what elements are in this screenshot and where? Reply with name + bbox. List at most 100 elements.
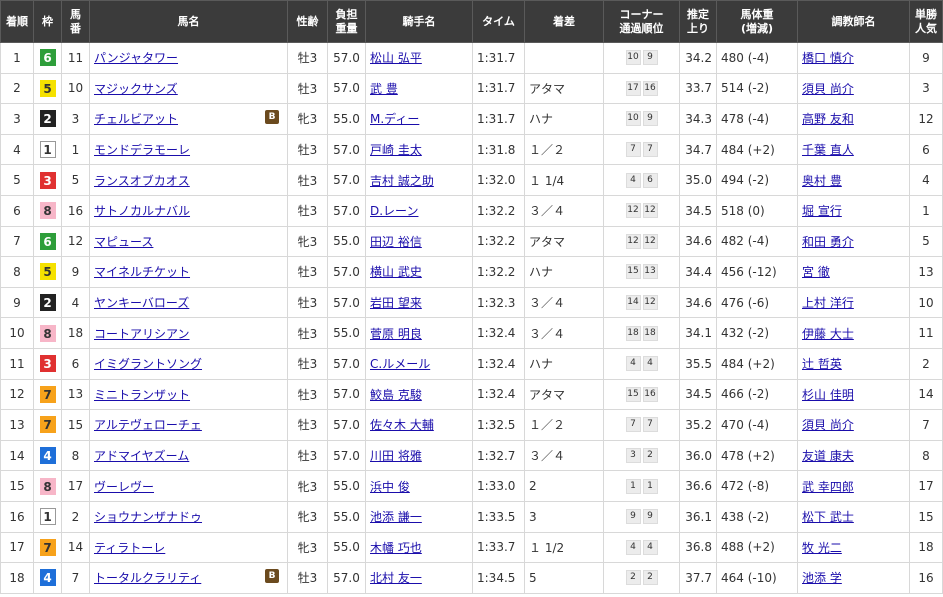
trainer-name-link[interactable]: 奥村 豊 xyxy=(802,174,842,188)
blinker-badge: B xyxy=(265,110,279,125)
jockey-name-link[interactable]: 武 豊 xyxy=(370,82,398,96)
horse-name-link[interactable]: アドマイヤズーム xyxy=(94,449,189,463)
sex-age-cell: 牡3 xyxy=(287,347,328,380)
horse-cell: ヤンキーバローズ xyxy=(89,286,288,319)
time-cell: 1:32.0 xyxy=(472,164,525,196)
trainer-name-link[interactable]: 千葉 直人 xyxy=(802,143,854,157)
margin-cell: アタマ xyxy=(524,225,604,258)
horse-name-link[interactable]: ヴーレヴー xyxy=(94,480,154,494)
waku-cell: 2 xyxy=(33,103,62,135)
header-pop-line1: 単勝 xyxy=(915,7,937,21)
horse-name-link[interactable]: イミグラントソング xyxy=(94,357,202,371)
popularity-cell: 7 xyxy=(909,409,943,441)
trainer-name-link[interactable]: 辻 哲英 xyxy=(802,357,842,371)
time-cell: 1:33.0 xyxy=(472,470,525,502)
jockey-name-link[interactable]: 岩田 望来 xyxy=(370,296,422,310)
header-weight: 負担 重量 xyxy=(327,0,366,43)
trainer-name-link[interactable]: 伊藤 大士 xyxy=(802,327,854,341)
horse-name-link[interactable]: サトノカルナバル xyxy=(94,204,190,218)
jockey-name-link[interactable]: 池添 謙一 xyxy=(370,510,422,524)
umaban-cell: 13 xyxy=(61,378,90,411)
jockey-name-link[interactable]: 木幡 巧也 xyxy=(370,541,422,555)
rank-cell: 9 xyxy=(0,286,34,319)
jockey-name-link[interactable]: 戸崎 圭太 xyxy=(370,143,422,157)
jockey-name-link[interactable]: 鮫島 克駿 xyxy=(370,388,422,402)
jockey-name-link[interactable]: M.ディー xyxy=(370,112,419,126)
corner-position: 15 xyxy=(625,386,641,402)
trainer-name-link[interactable]: 杉山 佳明 xyxy=(802,388,854,402)
trainer-name-link[interactable]: 池添 学 xyxy=(802,571,842,585)
horse-name-link[interactable]: モンドデラモーレ xyxy=(94,143,190,157)
corner-position: 9 xyxy=(625,509,641,525)
corner-position: 4 xyxy=(625,539,641,555)
jockey-cell: 浜中 俊 xyxy=(365,470,473,502)
trainer-name-link[interactable]: 松下 武士 xyxy=(802,510,854,524)
horse-name-link[interactable]: アルテヴェローチェ xyxy=(94,418,202,432)
waku-badge: 3 xyxy=(39,355,56,373)
trainer-name-link[interactable]: 和田 勇介 xyxy=(802,235,854,249)
horse-name-link[interactable]: マイネルチケット xyxy=(94,265,190,279)
rank-cell: 3 xyxy=(0,103,34,135)
horse-cell: マジックサンズ xyxy=(89,72,288,105)
horse-name-link[interactable]: ミニトランザット xyxy=(94,388,190,402)
horse-name-link[interactable]: ランスオブカオス xyxy=(94,174,190,188)
trainer-name-link[interactable]: 堀 宣行 xyxy=(802,204,842,218)
horse-name-link[interactable]: マピュース xyxy=(94,235,153,249)
horse-name-link[interactable]: ショウナンザナドゥ xyxy=(94,510,202,524)
corner-position: 17 xyxy=(625,80,641,96)
umaban-cell: 2 xyxy=(61,500,90,533)
horse-name-link[interactable]: ヤンキーバローズ xyxy=(94,296,189,310)
trainer-name-link[interactable]: 武 幸四郎 xyxy=(802,480,854,494)
header-last3f-line2: 上り xyxy=(687,21,709,35)
waku-cell: 2 xyxy=(33,286,62,319)
trainer-name-link[interactable]: 宮 徹 xyxy=(802,265,830,279)
trainer-cell: 牧 光二 xyxy=(797,531,910,564)
jockey-name-link[interactable]: 松山 弘平 xyxy=(370,51,422,65)
jockey-name-link[interactable]: 浜中 俊 xyxy=(370,480,410,494)
jockey-name-link[interactable]: 田辺 裕信 xyxy=(370,235,422,249)
jockey-name-link[interactable]: D.レーン xyxy=(370,204,418,218)
corner-cell: 10 9 xyxy=(603,103,680,135)
waku-badge: 3 xyxy=(39,171,56,189)
body-weight-cell: 472 (-8) xyxy=(716,470,798,502)
sex-age-cell: 牝3 xyxy=(287,470,328,502)
trainer-cell: 須貝 尚介 xyxy=(797,72,910,105)
horse-name-link[interactable]: コートアリシアン xyxy=(94,327,190,341)
jockey-name-link[interactable]: 北村 友一 xyxy=(370,571,422,585)
body-weight-cell: 466 (-2) xyxy=(716,378,798,411)
margin-cell: 5 xyxy=(524,562,604,594)
trainer-name-link[interactable]: 橋口 慎介 xyxy=(802,51,854,65)
trainer-name-link[interactable]: 須貝 尚介 xyxy=(802,418,854,432)
trainer-name-link[interactable]: 牧 光二 xyxy=(802,541,842,555)
horse-name-link[interactable]: パンジャタワー xyxy=(94,51,178,65)
horse-name-link[interactable]: チェルビアット xyxy=(94,112,178,126)
margin-cell: １／２ xyxy=(524,409,604,441)
corner-position: 12 xyxy=(625,203,641,219)
jockey-name-link[interactable]: 吉村 誠之助 xyxy=(370,174,434,188)
time-cell: 1:34.5 xyxy=(472,562,525,594)
corner-position: 12 xyxy=(625,233,641,249)
jockey-name-link[interactable]: C.ルメール xyxy=(370,357,430,371)
margin-cell: ３／４ xyxy=(524,194,604,227)
sex-age-cell: 牡3 xyxy=(287,286,328,319)
time-cell: 1:31.7 xyxy=(472,72,525,105)
jockey-name-link[interactable]: 横山 武史 xyxy=(370,265,422,279)
jockey-cell: 田辺 裕信 xyxy=(365,225,473,258)
jockey-name-link[interactable]: 川田 将雅 xyxy=(370,449,422,463)
margin-cell: ３／４ xyxy=(524,439,604,472)
horse-name-link[interactable]: トータルクラリティ xyxy=(94,571,201,585)
trainer-name-link[interactable]: 友道 康夫 xyxy=(802,449,854,463)
jockey-name-link[interactable]: 佐々木 大輔 xyxy=(370,418,434,432)
horse-name-link[interactable]: ティラトーレ xyxy=(94,541,165,555)
trainer-name-link[interactable]: 上村 洋行 xyxy=(802,296,854,310)
sex-age-cell: 牡3 xyxy=(287,72,328,105)
jockey-name-link[interactable]: 菅原 明良 xyxy=(370,327,422,341)
horse-name-link[interactable]: マジックサンズ xyxy=(94,82,178,96)
last3f-cell: 36.0 xyxy=(679,439,717,472)
trainer-name-link[interactable]: 須貝 尚介 xyxy=(802,82,854,96)
horse-cell: パンジャタワー xyxy=(89,42,288,74)
weight-cell: 57.0 xyxy=(327,42,366,74)
trainer-name-link[interactable]: 高野 友和 xyxy=(802,112,854,126)
header-last3f-line1: 推定 xyxy=(687,7,709,21)
popularity-cell: 8 xyxy=(909,439,943,472)
